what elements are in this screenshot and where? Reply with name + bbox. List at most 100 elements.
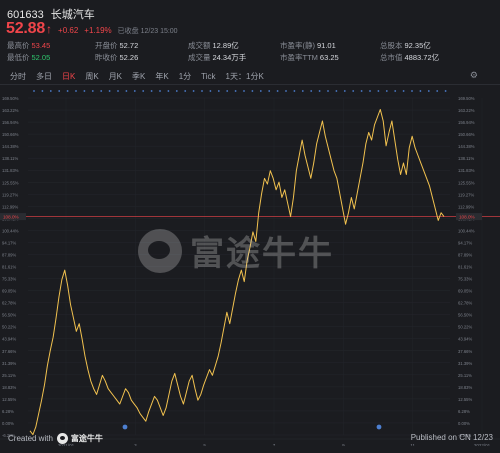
y-tick-label-right: 56.50% [458, 313, 472, 318]
event-dot [167, 90, 170, 92]
y-tick-label-right: 138.11% [458, 156, 474, 161]
y-tick-label-left: 94.17% [2, 240, 16, 245]
y-tick-label-right: 144.38% [458, 144, 475, 149]
y-tick-label-left: 125.55% [2, 180, 19, 185]
y-tick-label-right: 43.94% [458, 337, 472, 342]
event-dot [402, 90, 405, 92]
event-dot [142, 90, 145, 92]
y-tick-label-left: 18.83% [2, 385, 16, 390]
settings-icon[interactable]: ⚙ [470, 70, 478, 81]
tab-tick[interactable]: Tick [201, 72, 215, 81]
y-tick-label-right: 12.55% [458, 397, 472, 402]
event-dot [226, 90, 229, 92]
y-tick-label-left: 156.94% [2, 120, 19, 125]
stats-open-prev: 开盘价 52.72 昨收价 52.26 [95, 40, 138, 64]
event-dot [411, 90, 413, 92]
tab-quarterly-k[interactable]: 季K [132, 71, 145, 82]
event-dot [58, 90, 61, 92]
event-dot [201, 90, 203, 92]
event-dot [335, 90, 338, 92]
y-tick-label-right: 6.28% [458, 409, 470, 414]
event-dot [192, 90, 195, 92]
y-tick-label-left: 112.99% [2, 204, 18, 209]
created-with: Created with 富途牛牛 [8, 433, 103, 444]
y-tick-label-right: 62.78% [458, 301, 472, 306]
stat-turnover: 成交额 12.89亿 [188, 41, 239, 50]
event-dot [33, 90, 35, 92]
event-dot [217, 90, 220, 92]
up-arrow-icon: ↑ [46, 22, 53, 36]
event-dot [369, 90, 371, 92]
event-dot [293, 90, 296, 92]
x-tick-label: 3 [134, 443, 137, 446]
watermark-logo-icon [138, 228, 182, 273]
x-tick-label: 11 [410, 443, 415, 446]
event-marker-bottom [376, 424, 382, 430]
y-tick-label-right: 169.50% [458, 96, 475, 101]
current-value-label-left: 108.0% [3, 214, 19, 219]
y-tick-label-right: 125.55% [458, 180, 475, 185]
y-tick-label-left: 25.11% [2, 373, 16, 378]
y-tick-label-right: 150.66% [458, 132, 475, 137]
tab-daily-k[interactable]: 日K [62, 71, 75, 82]
event-dot [301, 90, 304, 92]
event-dot [343, 90, 346, 92]
y-tick-label-left: 87.89% [2, 252, 16, 257]
tab-multi-day[interactable]: 多日 [36, 71, 52, 82]
low-price: 最低价 52.05 [7, 53, 51, 62]
y-tick-label-left: 100.44% [2, 228, 19, 233]
x-tick-label: 9 [342, 443, 345, 446]
event-dot [49, 90, 52, 92]
y-tick-label-right: 131.83% [458, 168, 475, 173]
event-dot [243, 90, 245, 92]
event-dot [285, 90, 287, 92]
tab-divider [0, 84, 500, 85]
event-dot [117, 90, 119, 92]
event-dot [41, 90, 44, 92]
tab-1min[interactable]: 1分 [179, 71, 191, 82]
y-tick-label-left: 119.27% [2, 192, 18, 197]
event-dot [394, 90, 397, 92]
x-tick-label: 2022/01 [474, 443, 491, 446]
event-dot [444, 90, 447, 92]
stat-prev-close: 昨收价 52.26 [95, 53, 139, 62]
y-tick-label-left: 138.11% [2, 156, 18, 161]
event-dot [352, 90, 355, 92]
y-tick-label-right: 156.94% [458, 120, 475, 125]
y-tick-label-right: 100.44% [458, 228, 475, 233]
y-tick-label-left: 163.22% [2, 108, 19, 113]
y-tick-label-left: 62.78% [2, 301, 16, 306]
event-dot [419, 90, 422, 92]
stat-pe-static: 市盈率(静) 91.01 [280, 41, 336, 50]
x-tick-label: 7 [273, 443, 276, 446]
event-dot [276, 90, 279, 92]
event-dot [268, 90, 271, 92]
published-info: Published on CN 12/23 [410, 433, 493, 442]
event-dot [385, 90, 388, 92]
y-tick-label-left: 81.61% [2, 265, 16, 270]
tab-1day-1min[interactable]: 1天：1分K [226, 71, 264, 82]
event-dot [125, 90, 128, 92]
y-tick-label-right: 25.11% [458, 373, 472, 378]
y-tick-label-right: 119.27% [458, 192, 474, 197]
y-tick-label-right: 50.22% [458, 325, 472, 330]
last-price: 52.88 [6, 20, 46, 37]
tab-monthly-k[interactable]: 月K [109, 71, 122, 82]
tab-yearly-k[interactable]: 年K [155, 71, 168, 82]
event-dot [310, 90, 313, 92]
tab-weekly-k[interactable]: 周K [85, 71, 98, 82]
y-tick-label-left: 6.28% [2, 409, 14, 414]
stat-open: 开盘价 52.72 [95, 41, 139, 50]
y-tick-label-left: 43.94% [2, 337, 16, 342]
event-dot [427, 90, 430, 92]
y-tick-label-right: 18.83% [458, 385, 472, 390]
y-tick-label-right: 31.39% [458, 361, 472, 366]
stats-pe: 市盈率(静) 91.01 市盈率TTM 63.25 [280, 40, 339, 64]
price-change: +0.62 [58, 26, 79, 35]
event-dot [108, 90, 111, 92]
y-tick-label-right: 87.89% [458, 252, 472, 257]
event-dot [234, 90, 237, 92]
y-tick-label-right: 81.61% [458, 265, 472, 270]
y-tick-label-right: 69.05% [458, 289, 472, 294]
tab-intraday[interactable]: 分时 [10, 71, 26, 82]
